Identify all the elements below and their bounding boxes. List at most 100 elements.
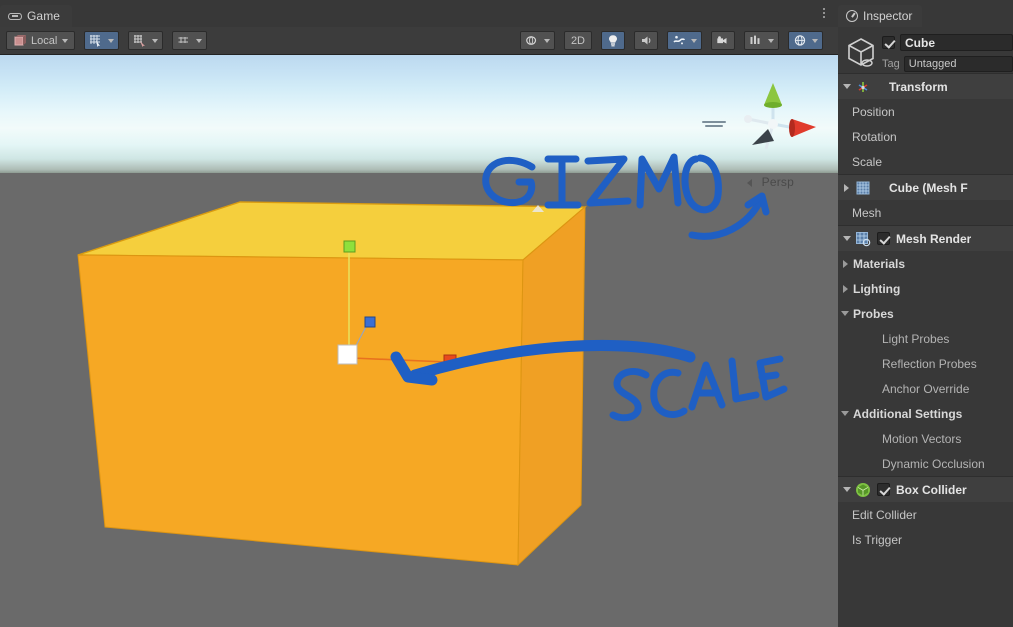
- grid-visibility-icon: [134, 35, 146, 47]
- box-collider-enabled-checkbox[interactable]: [877, 483, 890, 496]
- is-trigger-row[interactable]: Is Trigger: [838, 527, 1013, 552]
- unity-editor-window: Game Local 2D Persp Inspector Cube Tag U…: [0, 0, 1013, 627]
- grid-snap-group: [84, 31, 120, 50]
- inspector-panel: Inspector Cube Tag Untagged Transform Po…: [838, 0, 1013, 627]
- lighting-row[interactable]: Lighting: [838, 276, 1013, 301]
- chevron-down-icon[interactable]: [543, 38, 550, 43]
- probes-label: Probes: [853, 306, 894, 321]
- persp-arrow-icon: [747, 179, 752, 187]
- probes-foldout-icon[interactable]: [841, 309, 850, 318]
- grid-snapping-button[interactable]: [85, 32, 119, 49]
- chevron-down-icon[interactable]: [812, 38, 818, 43]
- edit-collider-row[interactable]: Edit Collider: [838, 502, 1013, 527]
- mesh-filter-component-header[interactable]: Cube (Mesh F: [838, 175, 1013, 200]
- materials-row[interactable]: Materials: [838, 251, 1013, 276]
- lighting-foldout-icon[interactable]: [841, 284, 850, 293]
- reflection-probes-row[interactable]: Reflection Probes: [838, 351, 1013, 376]
- grid-size-group: [172, 31, 208, 50]
- mesh-filter-icon: [856, 181, 870, 194]
- scene-orientation-gizmo[interactable]: [726, 77, 820, 171]
- scene-view-panel: Game Local 2D Persp: [0, 0, 838, 627]
- lighting-group: [601, 31, 625, 50]
- transform-icon: [858, 81, 868, 92]
- probes-row[interactable]: Probes: [838, 301, 1013, 326]
- rotation-row[interactable]: Rotation: [838, 124, 1013, 149]
- scene-view-camera-button[interactable]: [789, 32, 822, 49]
- pivot-rotation-button[interactable]: Local: [7, 32, 75, 49]
- tab-inspector-label: Inspector: [863, 9, 913, 23]
- game-view-icon: [8, 12, 22, 21]
- box-collider-title: Box Collider: [896, 482, 967, 497]
- gameobject-name-row: Cube: [882, 33, 1013, 52]
- lighting-label: Lighting: [853, 281, 901, 296]
- dynamic-occlusion-label: Dynamic Occlusion: [882, 456, 985, 471]
- toggle-2d-label: 2D: [570, 34, 585, 47]
- light-probes-label: Light Probes: [882, 331, 950, 346]
- scale-row[interactable]: Scale: [838, 149, 1013, 174]
- transform-component-header[interactable]: Transform: [838, 74, 1013, 99]
- position-label: Position: [852, 104, 895, 119]
- gameobject-name-field[interactable]: Cube: [900, 34, 1013, 51]
- box-collider-foldout-icon[interactable]: [842, 485, 851, 494]
- ground-plane: [0, 173, 838, 627]
- gizmos-group: [744, 31, 779, 50]
- effects-group: [667, 31, 702, 50]
- scene-view-toolbar-right: 2D: [519, 31, 832, 50]
- tab-game[interactable]: Game: [0, 5, 73, 27]
- tag-dropdown[interactable]: Untagged: [903, 56, 1013, 72]
- chevron-down-icon[interactable]: [768, 38, 774, 43]
- skybox-gradient: [0, 55, 838, 173]
- additional-settings-label: Additional Settings: [853, 406, 963, 421]
- additional-settings-foldout-icon[interactable]: [841, 409, 850, 418]
- motion-vectors-label: Motion Vectors: [882, 431, 962, 446]
- chevron-down-icon[interactable]: [108, 38, 115, 43]
- tab-game-label: Game: [27, 9, 61, 23]
- mesh-row[interactable]: Mesh: [838, 200, 1013, 225]
- draw-mode-button[interactable]: [520, 32, 554, 49]
- position-row[interactable]: Position: [838, 99, 1013, 124]
- gizmos-button[interactable]: [745, 32, 778, 49]
- mesh-filter-foldout-icon[interactable]: [842, 183, 851, 192]
- shading-mode-icon: [526, 36, 537, 45]
- additional-settings-row[interactable]: Additional Settings: [838, 401, 1013, 426]
- scene-lighting-button[interactable]: [602, 32, 624, 49]
- scene-camera-button[interactable]: [712, 32, 734, 49]
- chevron-down-icon[interactable]: [196, 38, 203, 43]
- pivot-rotation-icon: [14, 35, 26, 46]
- camera-group: [711, 31, 735, 50]
- anchor-override-row[interactable]: Anchor Override: [838, 376, 1013, 401]
- transform-foldout-icon[interactable]: [842, 82, 851, 91]
- pivot-rotation-label: Local: [31, 34, 58, 47]
- mesh-renderer-enabled-checkbox[interactable]: [877, 232, 890, 245]
- mesh-renderer-foldout-icon[interactable]: [842, 234, 851, 243]
- gameobject-tag-row: Tag Untagged: [882, 56, 1013, 72]
- gameobject-enabled-checkbox[interactable]: [882, 36, 895, 49]
- scene-view-camera-icon: [794, 35, 806, 46]
- tab-inspector[interactable]: Inspector: [838, 5, 923, 27]
- scene-view-camera-group: [788, 31, 823, 50]
- chevron-down-icon[interactable]: [62, 38, 69, 43]
- toggle-2d-button[interactable]: 2D: [564, 32, 591, 49]
- mesh-renderer-component-header[interactable]: Mesh Render: [838, 226, 1013, 251]
- more-options-icon[interactable]: [818, 5, 830, 21]
- dynamic-occlusion-row[interactable]: Dynamic Occlusion: [838, 451, 1013, 476]
- grid-snapping-icon: [90, 35, 101, 47]
- motion-vectors-row[interactable]: Motion Vectors: [838, 426, 1013, 451]
- box-collider-component-header[interactable]: Box Collider: [838, 477, 1013, 502]
- scene-viewport[interactable]: Persp: [0, 55, 838, 627]
- scene-view-toolbar: Local 2D: [0, 27, 838, 55]
- view-drag-handle[interactable]: [702, 121, 726, 129]
- audio-group: [634, 31, 658, 50]
- scene-audio-button[interactable]: [635, 32, 657, 49]
- materials-foldout-icon[interactable]: [841, 259, 850, 268]
- mesh-label: Mesh: [852, 205, 882, 220]
- gizmos-icon: [750, 35, 760, 44]
- chevron-down-icon[interactable]: [691, 38, 697, 43]
- light-probes-row[interactable]: Light Probes: [838, 326, 1013, 351]
- scene-effects-button[interactable]: [668, 32, 701, 49]
- persp-label[interactable]: Persp: [762, 175, 794, 189]
- tag-label: Tag: [882, 58, 900, 70]
- chevron-down-icon[interactable]: [152, 38, 159, 43]
- grid-visibility-button[interactable]: [129, 32, 163, 49]
- grid-size-button[interactable]: [173, 32, 207, 49]
